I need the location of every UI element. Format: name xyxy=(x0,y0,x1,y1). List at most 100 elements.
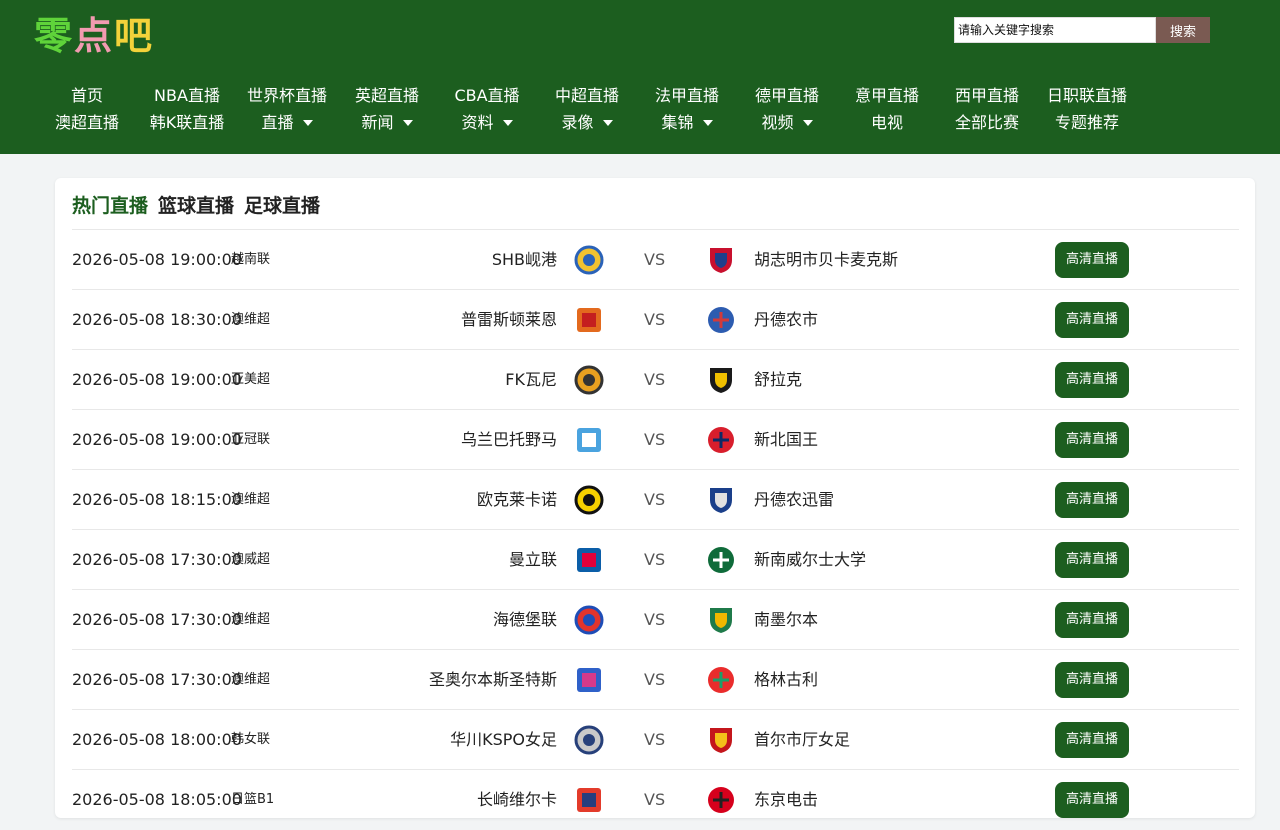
nav-dropdown[interactable]: 资料 xyxy=(461,109,513,136)
home-team-name[interactable]: 欧克莱卡诺 xyxy=(477,470,557,529)
hd-live-button[interactable]: 高清直播 xyxy=(1055,722,1129,758)
st-albans-saints-crest-icon xyxy=(574,665,604,695)
nav-label: 视频 xyxy=(761,113,794,132)
match-row: 2026-05-08 18:00:00 韩女联 华川KSPO女足 VS 首尔市厅女足 高清… xyxy=(72,709,1239,769)
nav-dropdown[interactable]: 录像 xyxy=(561,109,613,136)
hd-live-button[interactable]: 高清直播 xyxy=(1055,662,1129,698)
nav-link[interactable]: 中超直播 xyxy=(555,82,619,109)
hd-live-button[interactable]: 高清直播 xyxy=(1055,422,1129,458)
away-team-name[interactable]: 丹德农市 xyxy=(754,290,818,349)
vs-label: VS xyxy=(644,370,666,389)
home-team-name[interactable]: 海德堡联 xyxy=(493,590,557,649)
hd-live-button[interactable]: 高清直播 xyxy=(1055,242,1129,278)
away-team-name[interactable]: 首尔市厅女足 xyxy=(754,710,850,769)
preston-lions-crest-icon xyxy=(574,305,604,335)
nav-link[interactable]: 韩K联直播 xyxy=(150,109,225,136)
league-name[interactable]: 越南联 xyxy=(231,230,270,290)
league-name[interactable]: 日篮B1 xyxy=(231,770,274,830)
home-team-name[interactable]: 华川KSPO女足 xyxy=(450,710,557,769)
nav-column: NBA直播 韩K联直播 xyxy=(137,82,237,136)
nav-link[interactable]: NBA直播 xyxy=(154,82,220,109)
match-time: 2026-05-08 19:00:00 xyxy=(72,370,242,389)
away-team-name[interactable]: 南墨尔本 xyxy=(754,590,818,649)
nav-label: 新闻 xyxy=(361,113,394,132)
nav-link[interactable]: 西甲直播 xyxy=(955,82,1019,109)
search-button[interactable]: 搜索 xyxy=(1156,17,1210,43)
league-name[interactable]: 澳维超 xyxy=(231,590,270,650)
match-time: 2026-05-08 19:00:00 xyxy=(72,430,242,449)
logo-char-1: 零 xyxy=(34,13,75,58)
league-name[interactable]: 澳维超 xyxy=(231,470,270,530)
tab-basketball-live[interactable]: 篮球直播 xyxy=(158,192,234,220)
league-name[interactable]: 亚美超 xyxy=(231,350,270,410)
search-bar: 搜索 xyxy=(954,17,1210,43)
nav-label: 直播 xyxy=(261,113,294,132)
league-name[interactable]: 韩女联 xyxy=(231,710,270,770)
nav-link[interactable]: CBA直播 xyxy=(454,82,519,109)
caret-down-icon xyxy=(802,119,813,126)
dandenong-city-crest-icon xyxy=(706,305,736,335)
nav-link[interactable]: 首页 xyxy=(71,82,103,109)
nav-link[interactable]: 电视 xyxy=(871,109,903,136)
nav-link[interactable]: 英超直播 xyxy=(355,82,419,109)
nav-link[interactable]: 意甲直播 xyxy=(855,82,919,109)
nav-label: 专题推荐 xyxy=(1054,113,1119,132)
home-team-name[interactable]: FK瓦尼 xyxy=(505,350,557,409)
away-team-name[interactable]: 胡志明市贝卡麦克斯 xyxy=(754,230,898,289)
nav-link[interactable]: 专题推荐 xyxy=(1055,109,1119,136)
nav-link[interactable]: 世界杯直播 xyxy=(247,82,327,109)
nav-link[interactable]: 日职联直播 xyxy=(1047,82,1127,109)
unsw-crest-icon xyxy=(706,545,736,575)
away-team-name[interactable]: 新南威尔士大学 xyxy=(754,530,866,589)
vs-label: VS xyxy=(644,310,666,329)
match-row: 2026-05-08 17:30:00 澳威超 曼立联 VS 新南威尔士大学 高清直播 xyxy=(72,529,1239,589)
nav-dropdown[interactable]: 视频 xyxy=(761,109,813,136)
alvark-tokyo-crest-icon xyxy=(706,785,736,815)
away-team-name[interactable]: 格林古利 xyxy=(754,650,818,709)
match-time: 2026-05-08 18:30:00 xyxy=(72,310,242,329)
nav-link[interactable]: 法甲直播 xyxy=(655,82,719,109)
hd-live-button[interactable]: 高清直播 xyxy=(1055,782,1129,818)
league-name[interactable]: 澳维超 xyxy=(231,290,270,350)
league-name[interactable]: 澳威超 xyxy=(231,530,270,590)
hd-live-button[interactable]: 高清直播 xyxy=(1055,362,1129,398)
away-team-name[interactable]: 舒拉克 xyxy=(754,350,802,409)
nav-column: 意甲直播 电视 xyxy=(837,82,937,136)
logo-char-3: 吧 xyxy=(114,13,155,58)
nav-label: 澳超直播 xyxy=(54,113,119,132)
nav-column: 中超直播 录像 xyxy=(537,82,637,136)
match-row: 2026-05-08 18:15:00 澳维超 欧克莱卡诺 VS 丹德农迅雷 高清直播 xyxy=(72,469,1239,529)
home-team-name[interactable]: 曼立联 xyxy=(509,530,557,589)
hd-live-button[interactable]: 高清直播 xyxy=(1055,482,1129,518)
becamex-crest-icon xyxy=(706,245,736,275)
hd-live-button[interactable]: 高清直播 xyxy=(1055,602,1129,638)
home-team-name[interactable]: 乌兰巴托野马 xyxy=(461,410,557,469)
oakleigh-cannons-crest-icon xyxy=(574,485,604,515)
match-time: 2026-05-08 18:00:00 xyxy=(72,730,242,749)
tab-football-live[interactable]: 足球直播 xyxy=(244,192,320,220)
home-team-name[interactable]: 圣奥尔本斯圣特斯 xyxy=(429,650,557,709)
nav-dropdown[interactable]: 集锦 xyxy=(661,109,713,136)
nav-dropdown[interactable]: 直播 xyxy=(261,109,313,136)
nav-label: 资料 xyxy=(461,113,494,132)
away-team-name[interactable]: 丹德农迅雷 xyxy=(754,470,834,529)
away-team-name[interactable]: 新北国王 xyxy=(754,410,818,469)
nav-link[interactable]: 德甲直播 xyxy=(755,82,819,109)
south-melbourne-crest-icon xyxy=(706,605,736,635)
nav-link[interactable]: 全部比赛 xyxy=(955,109,1019,136)
home-team-name[interactable]: 普雷斯顿莱恩 xyxy=(461,290,557,349)
match-row: 2026-05-08 17:30:00 澳维超 海德堡联 VS 南墨尔本 高清直播 xyxy=(72,589,1239,649)
site-logo[interactable]: 零 点 吧 xyxy=(34,8,154,58)
nav-column: CBA直播资料 xyxy=(437,82,537,136)
home-team-name[interactable]: SHB岘港 xyxy=(492,230,557,289)
nav-link[interactable]: 澳超直播 xyxy=(55,109,119,136)
league-name[interactable]: 澳维超 xyxy=(231,650,270,710)
nav-label: 电视 xyxy=(870,113,903,132)
hd-live-button[interactable]: 高清直播 xyxy=(1055,302,1129,338)
tab-hot-live[interactable]: 热门直播 xyxy=(72,192,148,220)
hd-live-button[interactable]: 高清直播 xyxy=(1055,542,1129,578)
search-input[interactable] xyxy=(954,17,1156,43)
vs-label: VS xyxy=(644,730,666,749)
league-name[interactable]: 亚冠联 xyxy=(231,410,270,470)
nav-dropdown[interactable]: 新闻 xyxy=(361,109,413,136)
